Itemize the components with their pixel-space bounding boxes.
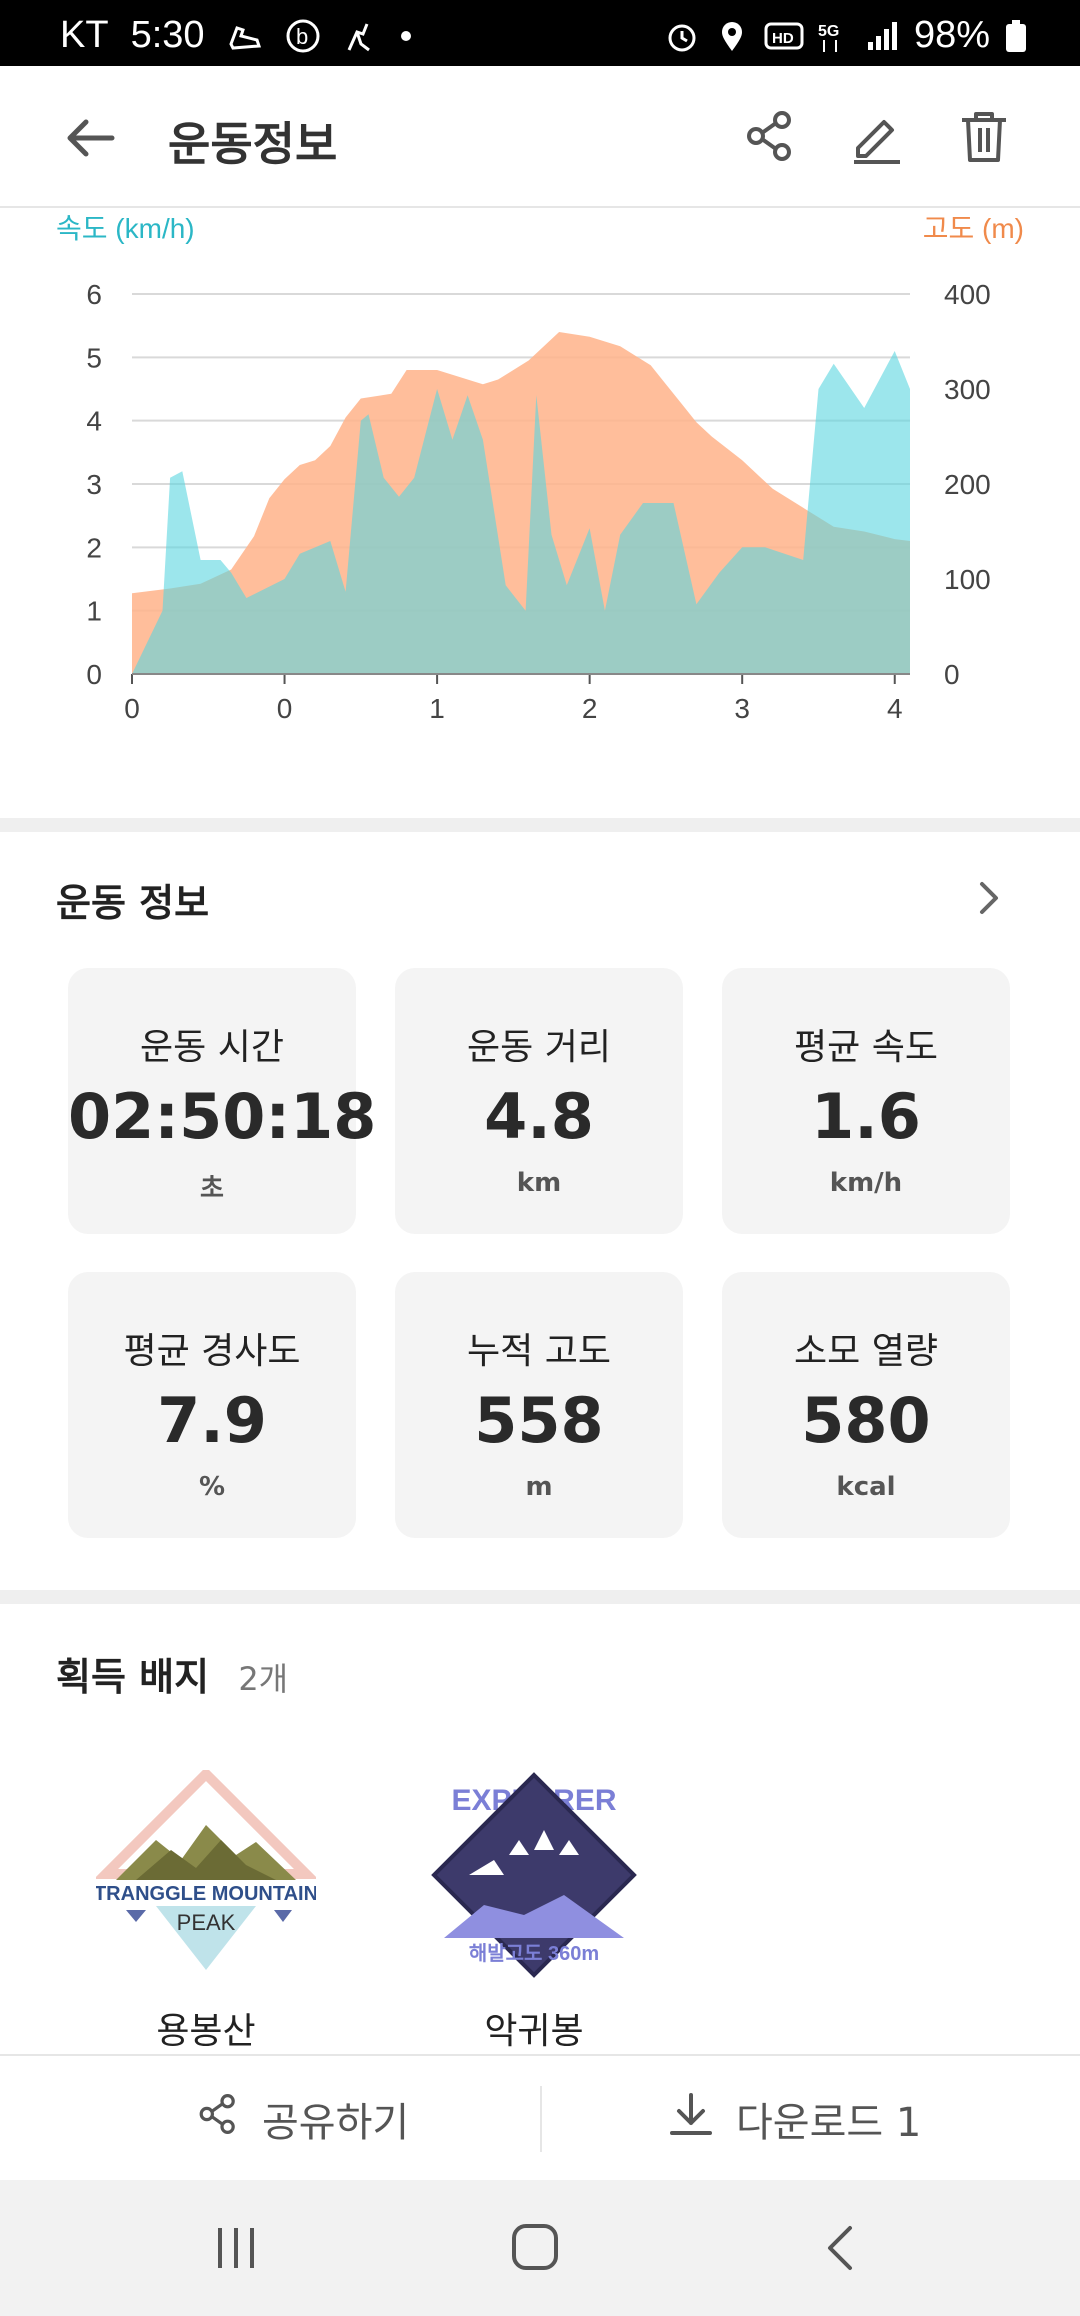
stat-label: 소모 열량 xyxy=(794,1331,938,1372)
shoe-icon xyxy=(227,18,263,54)
download-button[interactable]: 다운로드 1 xyxy=(666,2056,921,2182)
svg-text:TRANGGLE MOUNTAIN: TRANGGLE MOUNTAIN xyxy=(96,1883,316,1905)
notification-dot-icon xyxy=(400,30,411,41)
status-bar: KT 5:30 b HD 5G 98% xyxy=(0,0,1080,66)
stat-card-avg-speed: 평균 속도 1.6 km/h xyxy=(722,968,1010,1234)
clock: 5:30 xyxy=(130,14,205,56)
stat-value: 7.9 xyxy=(157,1384,267,1457)
x-tick-label: 0 xyxy=(124,693,140,724)
bottom-action-bar: 공유하기 다운로드 1 xyxy=(0,2054,1080,2182)
info-section-title: 운동 정보 xyxy=(56,881,210,925)
share-icon[interactable] xyxy=(740,106,800,166)
x-tick-label: 0 xyxy=(277,693,293,724)
stat-label: 누적 고도 xyxy=(467,1331,611,1372)
stat-value: 558 xyxy=(474,1384,604,1457)
stat-value: 580 xyxy=(801,1384,931,1457)
stat-unit: km xyxy=(516,1168,562,1198)
download-label: 다운로드 1 xyxy=(736,2100,922,2146)
battery-percent: 98% xyxy=(913,14,990,56)
stat-value: 02:50:18 xyxy=(68,1080,377,1153)
left-tick-label: 4 xyxy=(86,406,102,437)
section-divider xyxy=(0,1590,1080,1604)
left-tick-label: 6 xyxy=(86,279,102,310)
badges-section-title: 획득 배지 2개 xyxy=(56,1646,288,1701)
badge-name: 악귀봉 xyxy=(484,2011,584,2052)
badges-title-text: 획득 배지 xyxy=(56,1655,210,1699)
stat-unit: 초 xyxy=(200,1174,224,1204)
right-tick-label: 0 xyxy=(944,659,960,690)
back-arrow-icon[interactable] xyxy=(62,110,118,166)
badge-yongbongsan[interactable]: TRANGGLE MOUNTAIN PEAK 용봉산 xyxy=(93,1766,319,2054)
5g-icon: 5G xyxy=(814,18,850,54)
mountain-peak-badge-icon: TRANGGLE MOUNTAIN PEAK xyxy=(93,1766,319,1970)
alarm-icon xyxy=(664,18,700,54)
badge-akgwibong[interactable]: EXPLORER 해발고도 360m 악귀봉 xyxy=(424,1770,644,2054)
edit-icon[interactable] xyxy=(846,106,906,166)
svg-text:PEAK: PEAK xyxy=(177,1910,236,1935)
back-nav-icon[interactable] xyxy=(820,2224,860,2276)
svg-text:해발고도 360m: 해발고도 360m xyxy=(469,1942,599,1965)
right-tick-label: 200 xyxy=(944,469,991,500)
left-axis-title: 속도 (km/h) xyxy=(56,213,195,244)
stat-card-duration: 운동 시간 02:50:18 초 xyxy=(68,968,377,1234)
section-divider xyxy=(0,818,1080,832)
app-bar: 운동정보 xyxy=(0,66,1080,208)
badge-name: 용봉산 xyxy=(156,2011,256,2052)
right-axis-title: 고도 (m) xyxy=(923,213,1024,244)
right-tick-label: 100 xyxy=(944,564,991,595)
share-label: 공유하기 xyxy=(262,2100,410,2146)
share-icon xyxy=(194,2090,242,2148)
hiking-icon xyxy=(343,18,379,54)
svg-text:HD: HD xyxy=(772,30,794,47)
stat-label: 운동 시간 xyxy=(140,1027,284,1068)
x-tick-label: 3 xyxy=(734,693,750,724)
page-title: 운동정보 xyxy=(168,117,338,171)
stat-card-avg-slope: 평균 경사도 7.9 % xyxy=(68,1272,356,1538)
right-tick-label: 400 xyxy=(944,279,991,310)
stat-unit: m xyxy=(525,1472,553,1502)
left-tick-label: 5 xyxy=(86,342,102,373)
left-tick-label: 2 xyxy=(86,532,102,563)
left-tick-label: 3 xyxy=(86,469,102,500)
stat-label: 평균 속도 xyxy=(794,1027,938,1068)
bottom-separator xyxy=(540,2086,542,2152)
stat-card-elevation-gain: 누적 고도 558 m xyxy=(395,1272,683,1538)
stat-unit: kcal xyxy=(836,1472,896,1502)
stat-card-distance: 운동 거리 4.8 km xyxy=(395,968,683,1234)
stat-label: 평균 경사도 xyxy=(123,1331,301,1372)
system-nav-bar xyxy=(0,2180,1080,2316)
stat-card-calories: 소모 열량 580 kcal xyxy=(722,1272,1010,1538)
stat-unit: % xyxy=(198,1472,226,1502)
svg-text:b: b xyxy=(296,24,308,49)
stat-value: 4.8 xyxy=(484,1080,594,1153)
carrier-label: KT xyxy=(60,14,109,56)
stat-unit: km/h xyxy=(829,1168,903,1198)
badges-count: 2개 xyxy=(238,1660,289,1698)
x-tick-label: 1 xyxy=(429,693,445,724)
b-app-icon: b xyxy=(285,18,321,54)
download-icon xyxy=(666,2089,716,2149)
stat-value: 1.6 xyxy=(811,1080,921,1153)
trash-icon[interactable] xyxy=(954,106,1014,166)
left-tick-label: 0 xyxy=(86,659,102,690)
recent-apps-icon[interactable] xyxy=(212,2224,260,2276)
explorer-badge-icon: EXPLORER 해발고도 360m xyxy=(431,1772,637,1978)
stat-label: 운동 거리 xyxy=(467,1027,611,1068)
left-tick-label: 1 xyxy=(86,596,102,627)
chevron-right-icon[interactable] xyxy=(968,878,1008,918)
hd-icon: HD xyxy=(764,18,804,54)
battery-icon xyxy=(1004,18,1040,54)
home-icon[interactable] xyxy=(510,2222,560,2276)
speed-altitude-chart: 속도 (km/h) 고도 (m)012345601002003004000 0 1 2 3… xyxy=(56,213,1024,724)
signal-icon xyxy=(864,18,900,54)
location-icon xyxy=(714,18,750,54)
x-tick-label: 2 xyxy=(582,693,598,724)
x-tick-label: 4 xyxy=(887,693,903,724)
share-button[interactable]: 공유하기 xyxy=(194,2056,409,2182)
chart-area: 속도 (km/h) 고도 (m) 0 1 2 3 4 5 6 0 100 200 300 400 0 0 1 2 3… xyxy=(0,208,1080,818)
svg-text:5G: 5G xyxy=(818,23,839,40)
right-tick-label: 300 xyxy=(944,374,991,405)
